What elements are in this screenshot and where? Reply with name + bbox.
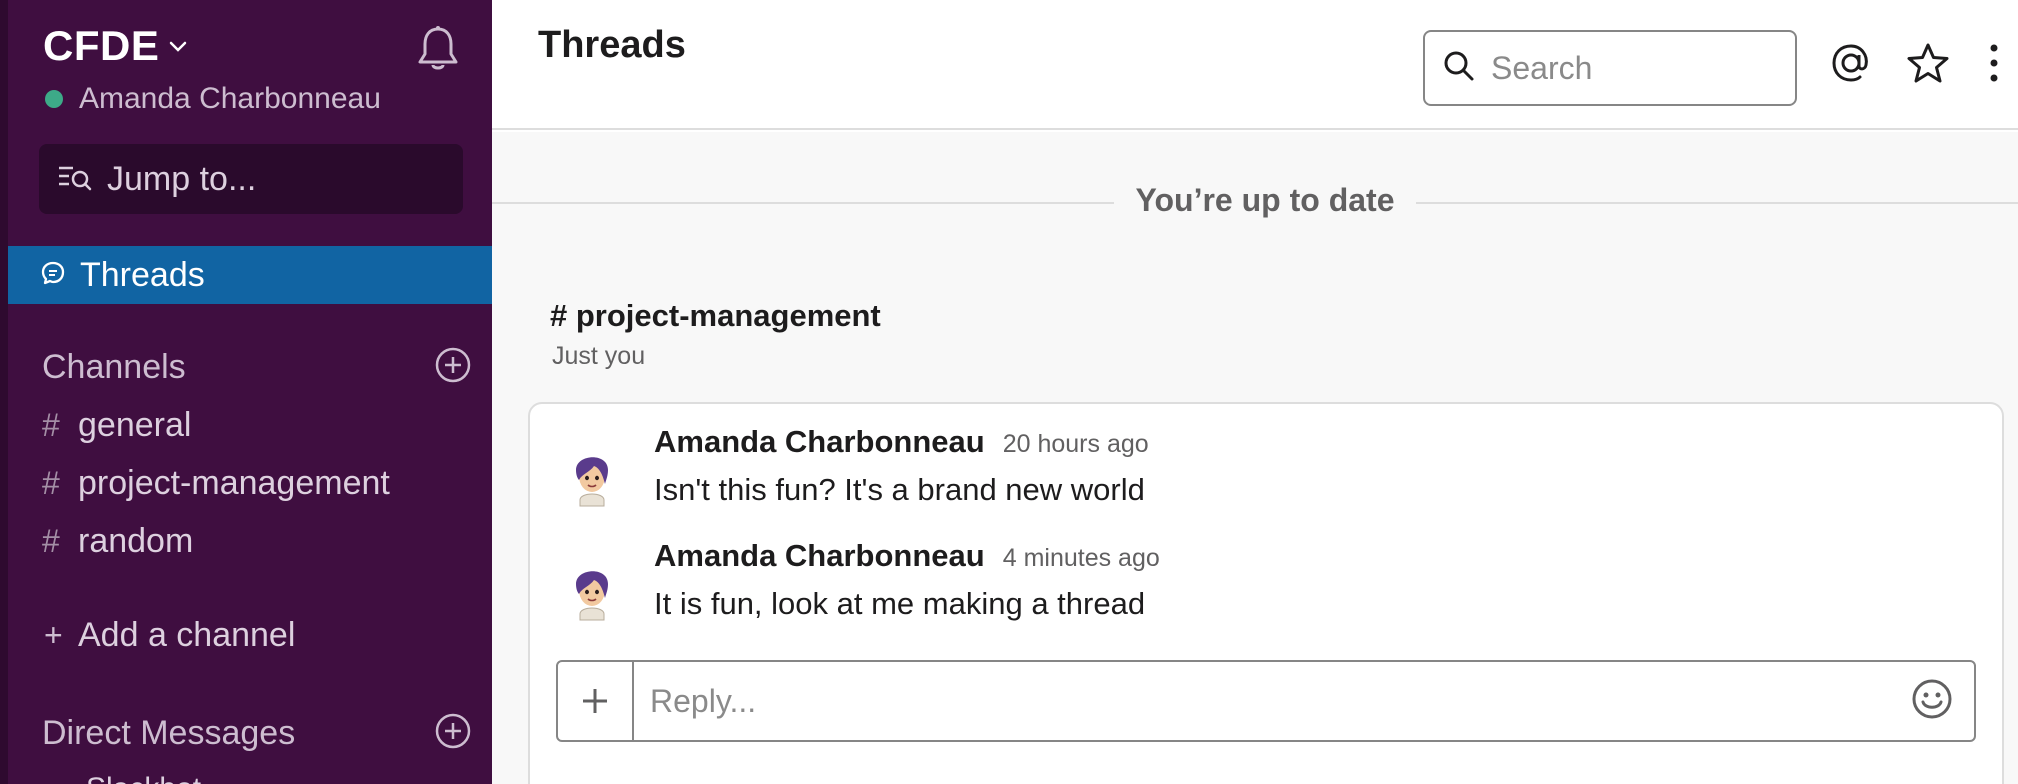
avatar[interactable]: [570, 446, 614, 513]
sidebar-item-general[interactable]: # general: [42, 406, 191, 445]
more-vertical-icon[interactable]: [1988, 42, 2000, 89]
message-timestamp[interactable]: 4 minutes ago: [1003, 544, 1160, 573]
message[interactable]: Amanda Charbonneau 20 hours ago Isn't th…: [530, 424, 2002, 534]
emoji-icon[interactable]: [1910, 677, 1954, 726]
hash-icon: #: [42, 465, 60, 501]
bell-icon[interactable]: [414, 24, 462, 79]
add-dm-circle-icon[interactable]: [434, 712, 472, 755]
attach-plus-button[interactable]: [558, 662, 634, 740]
sidebar: CFDE Amanda Charbonneau Jump to... Threa…: [0, 0, 492, 784]
chevron-down-icon[interactable]: [169, 40, 187, 58]
team-name[interactable]: CFDE: [43, 22, 159, 70]
jump-to-label: Jump to...: [107, 159, 257, 198]
search-icon: [1443, 50, 1475, 87]
star-icon[interactable]: [1906, 42, 1950, 91]
thread-card: Amanda Charbonneau 20 hours ago Isn't th…: [528, 402, 2004, 784]
thread-channel-link[interactable]: # project-management: [550, 298, 881, 334]
channel-name: random: [78, 522, 194, 560]
channels-header-label[interactable]: Channels: [42, 348, 186, 387]
sidebar-item-threads[interactable]: Threads: [8, 246, 492, 304]
hash-icon: #: [42, 407, 60, 443]
add-channel-label: Add a channel: [78, 616, 296, 654]
jump-to-button[interactable]: Jump to...: [39, 144, 463, 214]
message-timestamp[interactable]: 20 hours ago: [1003, 430, 1149, 459]
presence-indicator: [45, 90, 63, 108]
reply-input[interactable]: [634, 663, 1910, 739]
search-input[interactable]: [1491, 49, 1771, 87]
message-meta: Amanda Charbonneau 4 minutes ago: [654, 538, 1160, 574]
team-switcher[interactable]: CFDE: [43, 22, 187, 70]
message-author[interactable]: Amanda Charbonneau: [654, 424, 985, 460]
channel-name: general: [78, 406, 192, 444]
direct-messages-section-header[interactable]: Direct Messages: [42, 712, 472, 755]
threads-icon: [40, 260, 66, 291]
add-channel-circle-icon[interactable]: [434, 346, 472, 389]
channels-section-header[interactable]: Channels: [42, 346, 472, 389]
avatar[interactable]: [570, 560, 614, 627]
sidebar-item-random[interactable]: # random: [42, 522, 193, 561]
message-text: It is fun, look at me making a thread: [654, 586, 1146, 621]
top-bar: Threads: [492, 0, 2018, 130]
search-box[interactable]: [1423, 30, 1797, 106]
plus-icon: +: [44, 617, 63, 653]
message-text: Isn't this fun? It's a brand new world: [654, 472, 1145, 507]
sidebar-item-label: Threads: [80, 255, 205, 294]
current-user[interactable]: Amanda Charbonneau: [45, 82, 381, 116]
threads-view: You’re up to date # project-management J…: [492, 132, 2018, 784]
up-to-date-label: You’re up to date: [1135, 182, 1395, 218]
add-channel-button[interactable]: + Add a channel: [44, 616, 295, 655]
channel-name: project-management: [78, 464, 390, 502]
at-icon[interactable]: [1830, 42, 1872, 89]
reply-composer[interactable]: [556, 660, 1976, 742]
sidebar-item-project-management[interactable]: # project-management: [42, 464, 390, 503]
hash-icon: #: [42, 523, 60, 559]
user-name: Amanda Charbonneau: [79, 82, 381, 115]
message-author[interactable]: Amanda Charbonneau: [654, 538, 985, 574]
thread-channel-subtitle: Just you: [552, 342, 646, 370]
sidebar-item-slackbot[interactable]: Slackbot: [86, 772, 201, 784]
message-meta: Amanda Charbonneau 20 hours ago: [654, 424, 1149, 460]
plus-icon: [583, 689, 607, 713]
message[interactable]: Amanda Charbonneau 4 minutes ago It is f…: [530, 538, 2002, 648]
page-title: Threads: [538, 24, 686, 66]
jump-to-icon: [57, 163, 93, 196]
dm-header-label[interactable]: Direct Messages: [42, 714, 295, 753]
